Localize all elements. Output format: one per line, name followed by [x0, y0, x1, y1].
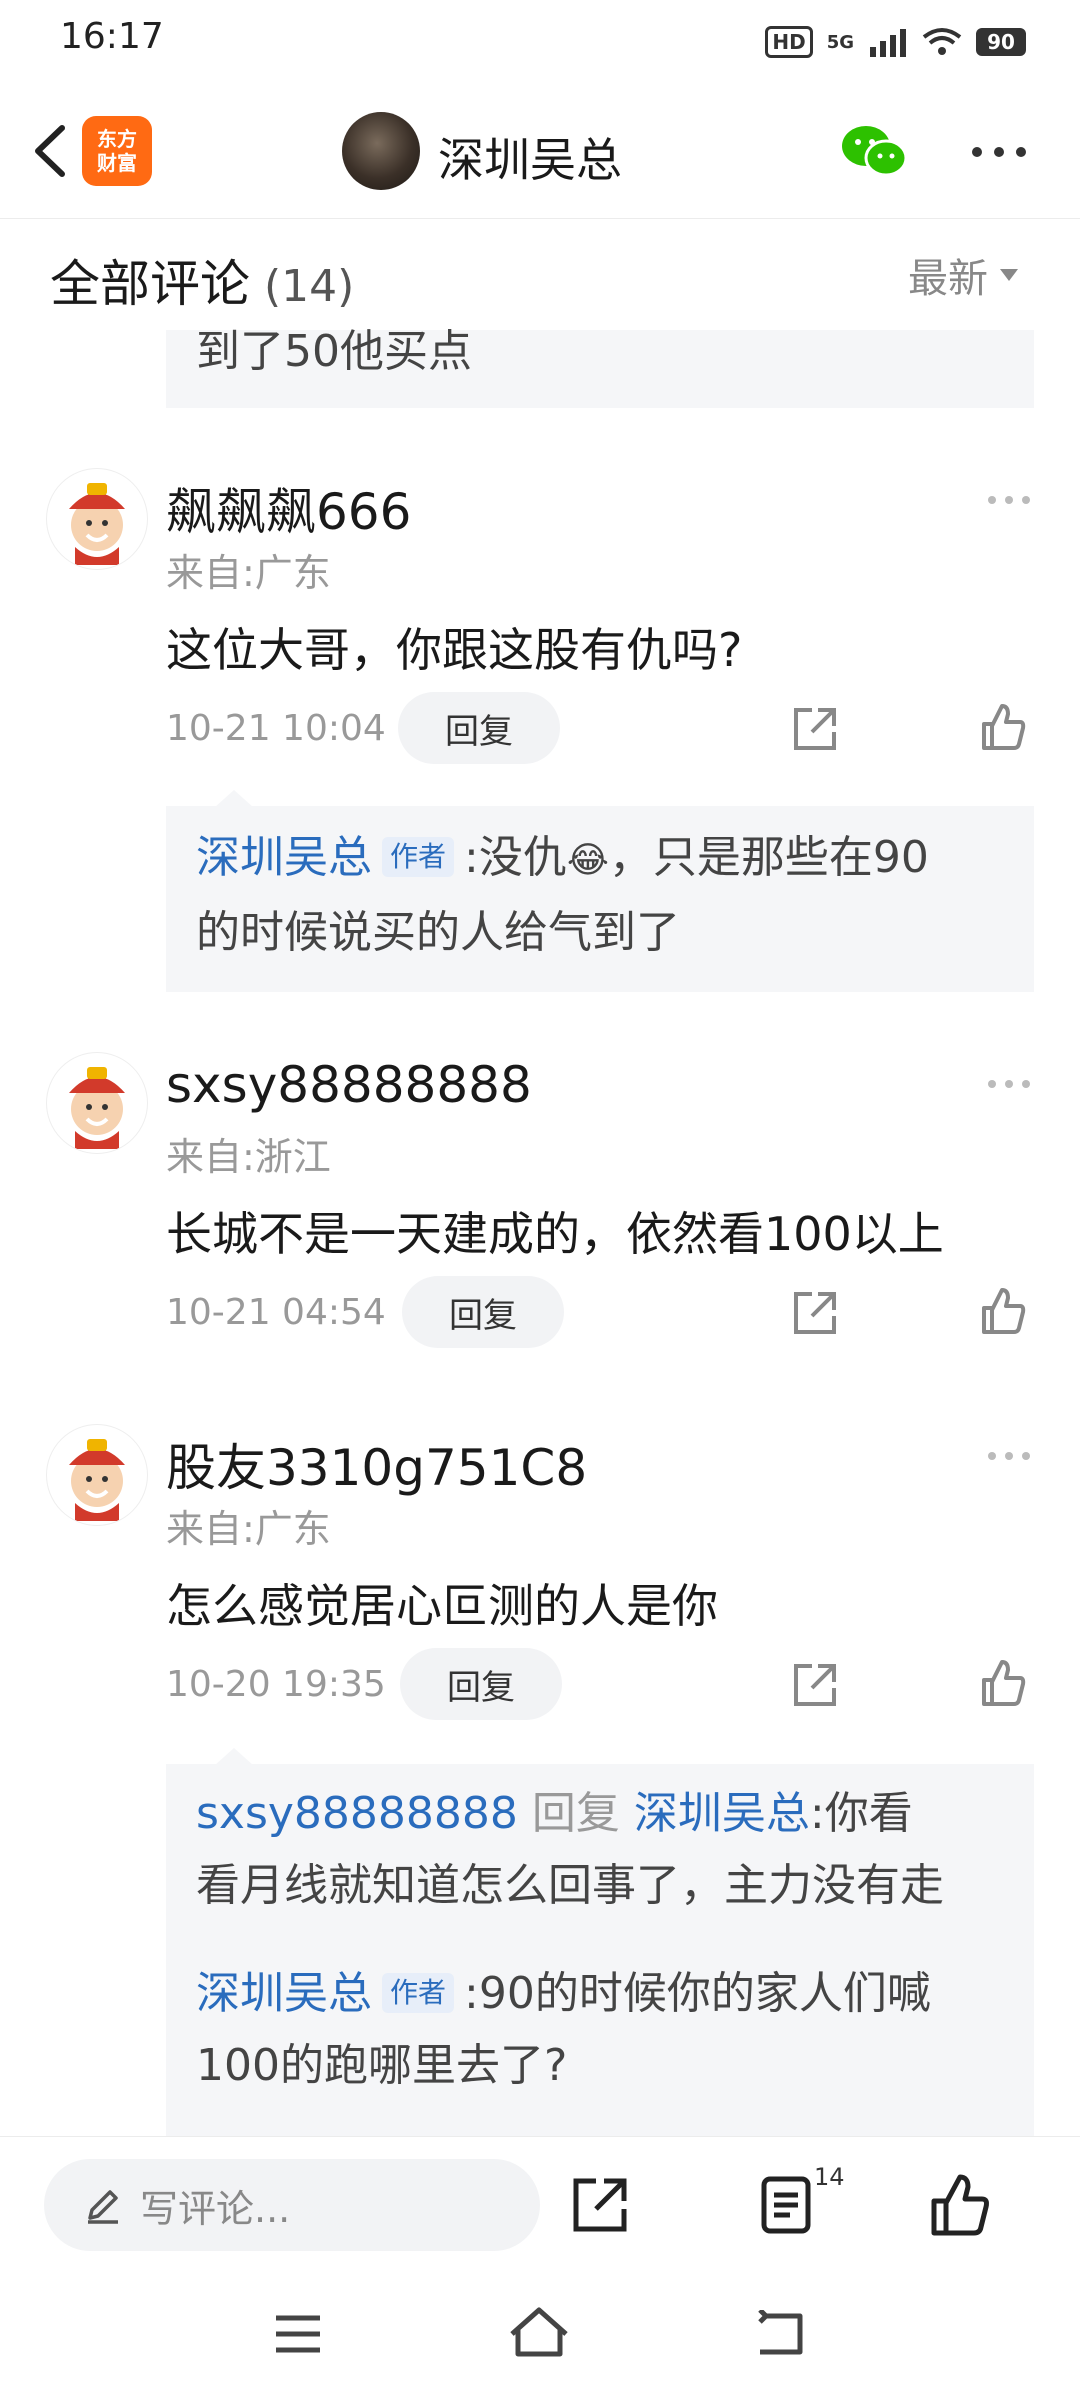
wifi-icon — [922, 28, 962, 55]
comments-button[interactable]: 14 — [754, 2163, 854, 2243]
status-bar: 16:17 HD 5G 90 — [0, 0, 1080, 86]
commenter-avatar[interactable] — [46, 1052, 148, 1154]
network-5g-label: 5G — [826, 31, 854, 53]
reply-button[interactable]: 回复 — [400, 1648, 562, 1720]
menu-icon[interactable] — [272, 2312, 324, 2356]
comments-section-title: 全部评论 (14) — [50, 244, 354, 316]
more-menu-icon[interactable] — [970, 142, 1028, 162]
reply-box-partial: 到了50他买点 — [166, 330, 1034, 408]
comment-text: 这位大哥，你跟这股有仇吗? — [166, 623, 743, 677]
comment-input-placeholder: 写评论... — [140, 2186, 291, 2231]
comment-location: 来自:浙江 — [166, 1135, 331, 1179]
back-arrow-icon[interactable] — [22, 116, 82, 186]
author-tag: 作者 — [382, 1973, 455, 2013]
chevron-down-icon — [1000, 269, 1018, 281]
reply-text: :90的时候你的家人们喊 — [464, 1968, 931, 2019]
fortune-god-icon — [69, 483, 125, 565]
reply-author-link[interactable]: 深圳吴总 — [196, 1968, 372, 2019]
logo-text-line2: 财富 — [97, 151, 137, 175]
battery-icon: 90 — [976, 28, 1026, 56]
reply-word: 回复 — [531, 1788, 620, 1839]
like-icon[interactable] — [978, 1286, 1028, 1336]
reply-target-link[interactable]: 深圳吴总 — [634, 1788, 810, 1839]
reply-author-link[interactable]: 深圳吴总 — [196, 832, 372, 883]
reply-box: sxsy88888888 回复 深圳吴总:你看 看月线就知道怎么回事了，主力没有… — [166, 1764, 1034, 2136]
logo-text-line1: 东方 — [97, 127, 137, 151]
comment-more-icon[interactable] — [986, 1078, 1032, 1090]
pencil-icon — [88, 2190, 118, 2224]
top-header: 东方 财富 深圳吴总 — [0, 86, 1080, 219]
wechat-share-icon[interactable] — [840, 122, 908, 180]
comment-date: 10-21 10:04 — [166, 708, 386, 749]
bottom-action-bar: 写评论... 14 — [0, 2136, 1080, 2277]
comment-count-badge: 14 — [814, 2163, 845, 2191]
sort-dropdown[interactable]: 最新 — [908, 246, 1018, 304]
comment-text: 怎么感觉居心叵测的人是你 — [166, 1579, 718, 1633]
share-icon[interactable] — [568, 2173, 632, 2237]
comment-more-icon[interactable] — [986, 1450, 1032, 1462]
comment-text: 长城不是一天建成的，依然看100以上 — [166, 1207, 944, 1261]
commenter-name[interactable]: 飙飙飙666 — [166, 472, 411, 544]
reply-text: 到了50他买点 — [196, 326, 472, 377]
comment-location: 来自:广东 — [166, 1507, 331, 1551]
reply-text: 的时候说买的人给气到了 — [196, 907, 680, 958]
hd-icon: HD — [765, 26, 813, 58]
reply-button[interactable]: 回复 — [402, 1276, 564, 1348]
share-icon[interactable] — [790, 704, 840, 754]
fortune-god-icon — [69, 1439, 125, 1521]
reply-box: 深圳吴总 作者:没仇😂，只是那些在90 的时候说买的人给气到了 — [166, 806, 1034, 992]
share-icon[interactable] — [790, 1288, 840, 1338]
reply-line: 深圳吴总 作者:没仇😂，只是那些在90 的时候说买的人给气到了 — [196, 822, 1016, 969]
laugh-cry-emoji-icon: 😂 — [566, 840, 609, 881]
reply-text: 100的跑哪里去了? — [196, 2040, 568, 2091]
reply-text: ，只是那些在90 — [608, 832, 929, 883]
comment-date: 10-20 19:35 — [166, 1664, 386, 1705]
signal-icon — [870, 29, 906, 57]
comments-count: (14) — [264, 261, 355, 312]
reply-text: :没仇 — [464, 832, 567, 883]
back-nav-icon[interactable] — [752, 2310, 808, 2358]
reply-button[interactable]: 回复 — [398, 692, 560, 764]
app-logo: 东方 财富 — [82, 116, 152, 186]
comments-title-label: 全部评论 — [50, 255, 250, 313]
like-icon[interactable] — [928, 2173, 992, 2237]
commenter-name[interactable]: 股友3310g751C8 — [166, 1428, 587, 1500]
comment-location: 来自:广东 — [166, 551, 331, 595]
status-time: 16:17 — [60, 16, 164, 57]
reply-text: 看月线就知道怎么回事了，主力没有走 — [196, 1860, 944, 1911]
comment-input[interactable]: 写评论... — [44, 2159, 540, 2251]
sort-label: 最新 — [908, 256, 988, 302]
share-icon[interactable] — [790, 1660, 840, 1710]
commenter-avatar[interactable] — [46, 468, 148, 570]
status-icons: HD 5G 90 — [765, 22, 1026, 62]
reply-line: 深圳吴总 作者:90的时候你的家人们喊 100的跑哪里去了? — [196, 1958, 1016, 2102]
comment-more-icon[interactable] — [986, 494, 1032, 506]
commenter-avatar[interactable] — [46, 1424, 148, 1526]
author-avatar[interactable] — [342, 112, 420, 190]
like-icon[interactable] — [978, 702, 1028, 752]
home-icon[interactable] — [508, 2306, 570, 2358]
commenter-name[interactable]: sxsy88888888 — [166, 1056, 532, 1114]
system-nav-bar — [0, 2276, 1080, 2400]
reply-user-link[interactable]: sxsy88888888 — [196, 1788, 518, 1839]
reply-line: sxsy88888888 回复 深圳吴总:你看 看月线就知道怎么回事了，主力没有… — [196, 1778, 1016, 1922]
comment-list-icon — [761, 2176, 811, 2234]
fortune-god-icon — [69, 1067, 125, 1149]
comment-date: 10-21 04:54 — [166, 1292, 386, 1333]
author-tag: 作者 — [382, 837, 455, 877]
reply-text: :你看 — [809, 1788, 913, 1839]
like-icon[interactable] — [978, 1658, 1028, 1708]
page-title[interactable]: 深圳吴总 — [438, 124, 622, 190]
